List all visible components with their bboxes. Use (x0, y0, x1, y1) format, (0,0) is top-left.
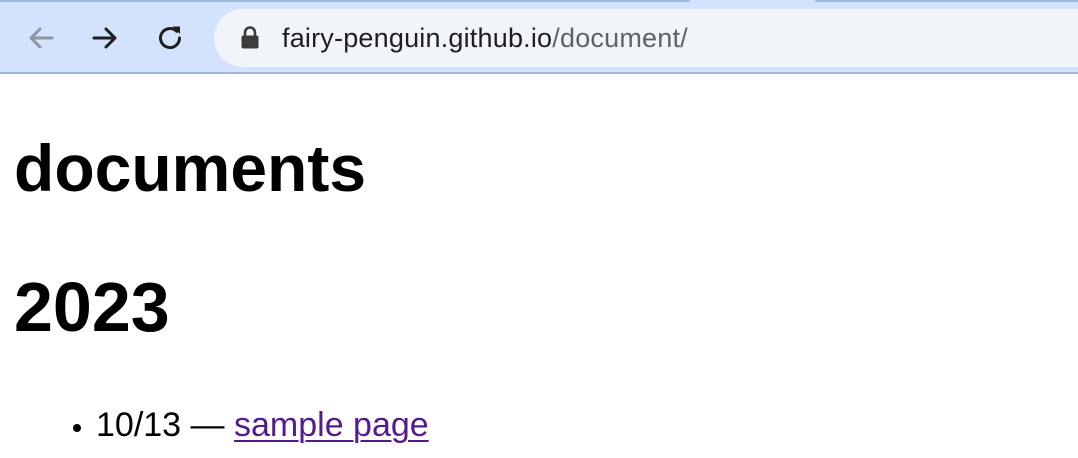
year-heading: 2023 (14, 268, 170, 346)
forward-arrow-icon (92, 27, 117, 49)
lock-icon[interactable] (240, 25, 260, 56)
list-item: 10/13 — sample page (96, 394, 429, 456)
address-bar[interactable]: fairy-penguin.github.io/document/ (214, 9, 1078, 67)
page-title: documents (14, 131, 367, 205)
back-arrow-icon (29, 27, 54, 49)
page-content: documents 2023 10/13 — sample page (0, 76, 1078, 458)
url-text[interactable]: fairy-penguin.github.io/document/ (282, 20, 688, 56)
reload-button[interactable] (151, 19, 189, 57)
reload-icon (159, 26, 182, 50)
forward-button[interactable] (86, 19, 124, 57)
document-date: 10/13 (96, 406, 182, 444)
document-list: 10/13 — sample page (0, 394, 429, 456)
tab-strip-edge (815, 0, 1078, 2)
document-link[interactable]: sample page (234, 406, 429, 444)
tab-strip-edge (0, 0, 690, 2)
url-path: /document/ (552, 23, 688, 53)
browser-toolbar: fairy-penguin.github.io/document/ (0, 0, 1078, 74)
date-separator: — (190, 406, 225, 444)
back-button[interactable] (22, 19, 60, 57)
url-host: fairy-penguin.github.io (282, 23, 553, 53)
